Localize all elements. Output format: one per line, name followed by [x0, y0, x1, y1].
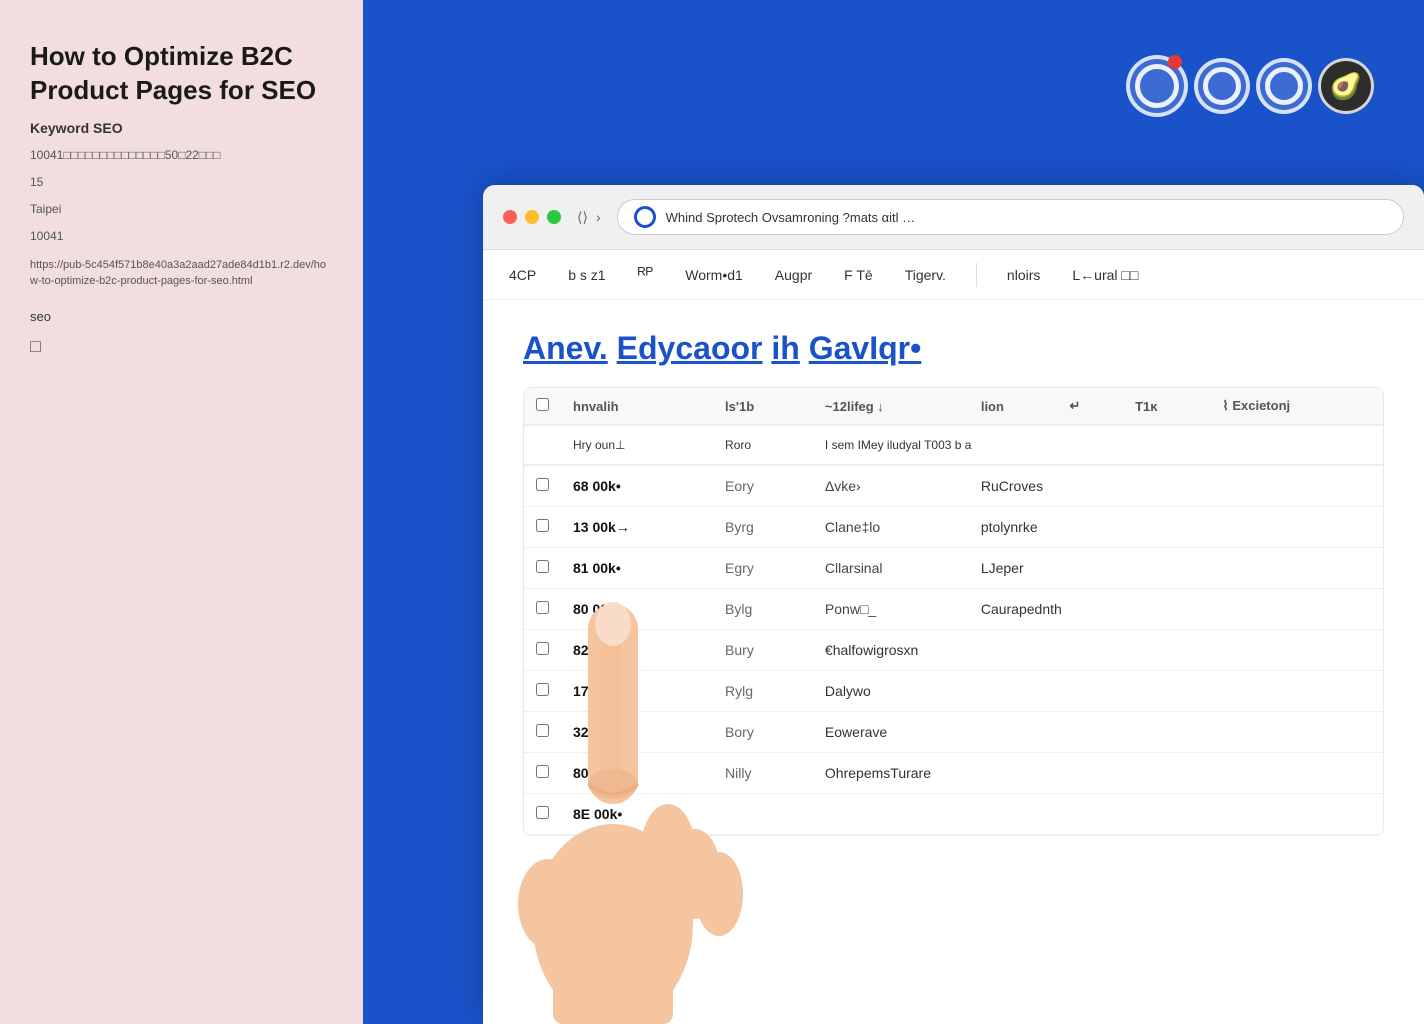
th-lion[interactable]: lion [969, 388, 1058, 425]
sidebar-meta-line1: 10041□□□□□□□□□□□□□□50□22□□□ [30, 146, 333, 165]
top-bar: 🥑 [363, 0, 1424, 185]
sidebar-tag: seo [30, 309, 333, 324]
vol-1: 68 00k• [561, 465, 713, 507]
divider [976, 263, 977, 287]
toolbar-item-2[interactable]: ᴿᴾ [632, 260, 660, 289]
kd-1: Eory [713, 465, 813, 507]
intent-6: Dalywo [813, 671, 1383, 712]
browser-icon-4: 🥑 [1318, 58, 1374, 114]
toolbar-item-ural[interactable]: L←ural □□ [1066, 263, 1144, 287]
address-text: Whind Sprotech Ovsamroning ?mats αitl … [666, 210, 1387, 225]
sidebar: How to Optimize B2C Product Pages for SE… [0, 0, 363, 1024]
sidebar-meta-line2: 15 [30, 173, 333, 192]
hand-svg [483, 544, 753, 1024]
intent-7: Eowerave [813, 712, 1383, 753]
sidebar-title: How to Optimize B2C Product Pages for SE… [30, 40, 333, 108]
toolbar: 4CP b s z1 ᴿᴾ Worm•d1 Augpr F Tē Tigerv.… [483, 250, 1424, 300]
toolbar-item-tiger[interactable]: Tigerv. [899, 263, 952, 287]
nav-buttons: ⟨⟩ › [577, 209, 601, 226]
title-part4-text: GavIqr• [809, 330, 922, 366]
title-part3-text: ih [771, 330, 799, 366]
sidebar-subtitle: Keyword SEO [30, 120, 333, 136]
browser-icon-3 [1256, 58, 1312, 114]
kw-2: ptolynrke [969, 507, 1383, 548]
sub-roro: Roro [713, 425, 813, 465]
forward-icon[interactable]: › [596, 209, 601, 225]
kw-4: Caurapednth [969, 589, 1383, 630]
browser-window: ⟨⟩ › Whind Sprotech Ovsamroning ?mats αi… [483, 185, 1424, 1024]
toolbar-item-augpr[interactable]: Augpr [769, 263, 818, 287]
back-icon[interactable]: ⟨⟩ [577, 209, 588, 226]
select-all-checkbox[interactable] [536, 398, 549, 411]
toolbar-item-nloirs[interactable]: nloirs [1001, 263, 1046, 287]
intent-3: Cllarsinal [813, 548, 969, 589]
table-row: 68 00k• Eory Δvke› RuCroves [524, 465, 1383, 507]
browser-icon-1 [1126, 55, 1188, 117]
row-checkbox[interactable] [536, 478, 549, 491]
table-subheader-row: Hry oun⊥ Roro I sem IMey iludyal T003 b … [524, 425, 1383, 465]
address-bar[interactable]: Whind Sprotech Ovsamroning ?mats αitl … [617, 199, 1404, 235]
intent-1: Δvke› [813, 465, 969, 507]
browser-chrome: ⟨⟩ › Whind Sprotech Ovsamroning ?mats αi… [483, 185, 1424, 250]
toolbar-item-0[interactable]: 4CP [503, 263, 542, 287]
minimize-button[interactable] [525, 210, 539, 224]
th-t1k[interactable]: T1ĸ [1123, 388, 1210, 425]
sidebar-meta-line4: 10041 [30, 227, 333, 246]
toolbar-item-1[interactable]: b s z1 [562, 263, 611, 287]
traffic-lights [503, 210, 561, 224]
sidebar-icon: □ [30, 336, 333, 357]
toolbar-item-te[interactable]: F Tē [838, 263, 879, 287]
sidebar-meta-line3: Taipei [30, 200, 333, 219]
title-part2: Edycaoor [617, 330, 763, 366]
hand-pointer-overlay [483, 524, 773, 1024]
th-checkbox [524, 388, 561, 425]
sub-isem: I sem IMey iludyal T003 b a [813, 425, 1383, 465]
th-lstb[interactable]: ls'1b [713, 388, 813, 425]
kw-3: LJeper [969, 548, 1383, 589]
maximize-button[interactable] [547, 210, 561, 224]
intent-8: OhrepemsTurare [813, 753, 1383, 794]
sub-hryoun: Hry oun⊥ [561, 425, 713, 465]
table-header-row: hnvalih ls'1b ~12lifeg ↓ lion ↵ T1ĸ ⌇ Ex… [524, 388, 1383, 425]
th-hnvalih[interactable]: hnvalih [561, 388, 713, 425]
security-icon [634, 206, 656, 228]
main-area: 🥑 ⟨⟩ › Whind Sprotech Ovsamroning ?mats … [363, 0, 1424, 1024]
th-12lifeg[interactable]: ~12lifeg ↓ [813, 388, 969, 425]
intent-5: €halfowigrosxn [813, 630, 1383, 671]
kw-1: RuCroves [969, 465, 1383, 507]
sidebar-url: https://pub-5c454f571b8e40a3a2aad27ade84… [30, 258, 333, 289]
browser-icon-2 [1194, 58, 1250, 114]
close-button[interactable] [503, 210, 517, 224]
intent-2: Clane‡lo [813, 507, 969, 548]
th-arrow: ↵ [1057, 388, 1123, 425]
th-excietonj[interactable]: ⌇ Excietonj [1210, 388, 1383, 425]
content-title: Anev. Edycaoor ih GavIqr• [523, 330, 1384, 367]
intent-4: Ponw□_ [813, 589, 969, 630]
toolbar-item-worm[interactable]: Worm•d1 [679, 263, 749, 287]
title-part1: Anev. [523, 330, 608, 366]
kd-9 [713, 794, 1383, 835]
